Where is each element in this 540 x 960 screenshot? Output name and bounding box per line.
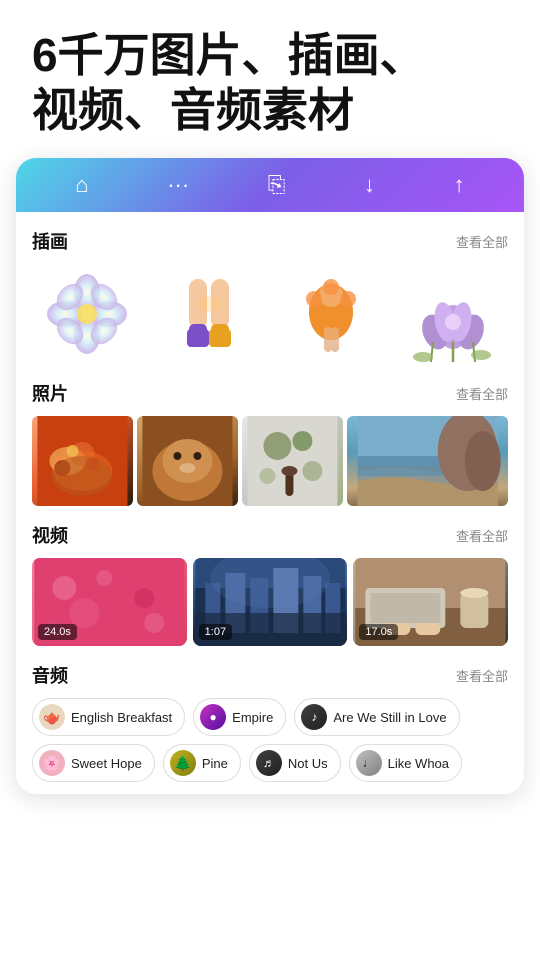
illustrations-more[interactable]: 查看全部 <box>456 232 508 251</box>
photos-row <box>32 416 508 506</box>
illustrations-title: 插画 <box>32 228 68 254</box>
audio-more[interactable]: 查看全部 <box>456 666 508 685</box>
illustration-item-1[interactable] <box>32 264 142 364</box>
chip-label-5: Pine <box>202 756 228 771</box>
chip-icon-notus: ♬ <box>256 750 282 776</box>
chip-pine[interactable]: 🌲 Pine <box>163 744 241 782</box>
illustration-item-4[interactable] <box>398 264 508 364</box>
more-icon[interactable]: ··· <box>167 172 189 198</box>
illustration-item-3[interactable] <box>276 264 386 364</box>
illustrations-row <box>32 264 508 364</box>
chip-empire[interactable]: ● Empire <box>193 698 286 736</box>
chip-icon-whoa: ♩ <box>356 750 382 776</box>
hero-section: 6千万图片、插画、 视频、音频素材 <box>0 0 540 158</box>
photos-title: 照片 <box>32 380 68 406</box>
app-card: ⌂ ··· ⎘ ↓ ↑ 插画 查看全部 <box>16 158 524 794</box>
photos-more[interactable]: 查看全部 <box>456 384 508 403</box>
chip-label-7: Like Whoa <box>388 756 449 771</box>
illustrations-header: 插画 查看全部 <box>32 228 508 254</box>
chip-label-1: English Breakfast <box>71 710 172 725</box>
audio-title: 音频 <box>32 662 68 688</box>
chip-label-4: Sweet Hope <box>71 756 142 771</box>
content-area: 插画 查看全部 <box>16 212 524 794</box>
videos-row: 24.0s 1:07 <box>32 558 508 646</box>
chip-icon-empire: ● <box>200 704 226 730</box>
illustration-item-2[interactable] <box>154 264 264 364</box>
photo-sea[interactable] <box>347 416 508 506</box>
chip-label-3: Are We Still in Love <box>333 710 446 725</box>
photo-herbs[interactable] <box>242 416 343 506</box>
chip-icon-hope: 🌸 <box>39 750 65 776</box>
chip-icon-pine: 🌲 <box>170 750 196 776</box>
photo-cat[interactable] <box>137 416 238 506</box>
chip-like-whoa[interactable]: ♩ Like Whoa <box>349 744 462 782</box>
photo-food[interactable] <box>32 416 133 506</box>
video-item-3[interactable]: 17.0s <box>353 558 508 646</box>
chip-label-2: Empire <box>232 710 273 725</box>
chip-not-us[interactable]: ♬ Not Us <box>249 744 341 782</box>
chip-english-breakfast[interactable]: 🫖 English Breakfast <box>32 698 185 736</box>
audio-chips: 🫖 English Breakfast ● Empire ♪ Are We St… <box>32 698 508 782</box>
chip-icon-tea: 🫖 <box>39 704 65 730</box>
audio-header: 音频 查看全部 <box>32 662 508 688</box>
home-icon[interactable]: ⌂ <box>75 172 88 198</box>
bookmark-icon[interactable]: ⎘ <box>268 172 286 198</box>
video-duration-3: 17.0s <box>359 624 398 640</box>
share-icon[interactable]: ↑ <box>454 172 465 198</box>
nav-bar: ⌂ ··· ⎘ ↓ ↑ <box>16 158 524 212</box>
video-duration-2: 1:07 <box>199 624 232 640</box>
videos-title: 视频 <box>32 522 68 548</box>
videos-header: 视频 查看全部 <box>32 522 508 548</box>
video-item-1[interactable]: 24.0s <box>32 558 187 646</box>
chip-label-6: Not Us <box>288 756 328 771</box>
video-duration-1: 24.0s <box>38 624 77 640</box>
videos-more[interactable]: 查看全部 <box>456 526 508 545</box>
video-item-2[interactable]: 1:07 <box>193 558 348 646</box>
photos-header: 照片 查看全部 <box>32 380 508 406</box>
chip-sweet-hope[interactable]: 🌸 Sweet Hope <box>32 744 155 782</box>
hero-title: 6千万图片、插画、 视频、音频素材 <box>32 28 508 138</box>
download-icon[interactable]: ↓ <box>364 172 375 198</box>
chip-icon-love: ♪ <box>301 704 327 730</box>
chip-are-we-still-in-love[interactable]: ♪ Are We Still in Love <box>294 698 459 736</box>
